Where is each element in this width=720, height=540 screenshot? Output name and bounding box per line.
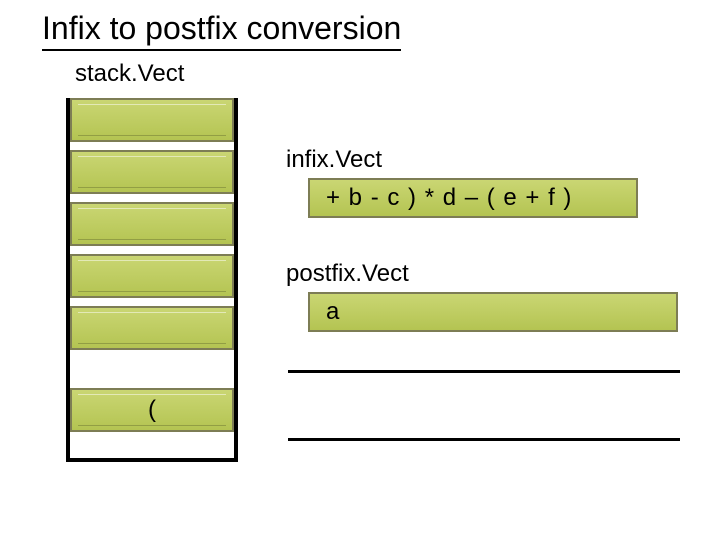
infix-value: + b - c ) * d – ( e + f ): [326, 184, 572, 212]
divider-line: [288, 370, 680, 373]
stack-slot: [70, 150, 234, 194]
stack-slot: [70, 202, 234, 246]
postfix-label: postfix.Vect: [286, 260, 409, 288]
stack-slot: [70, 254, 234, 298]
postfix-value: a: [326, 298, 340, 326]
divider-line: [288, 438, 680, 441]
stack-slot: [70, 98, 234, 142]
infix-label: infix.Vect: [286, 146, 382, 174]
postfix-vect-box: a: [308, 292, 678, 332]
stack-slot: (: [70, 388, 234, 432]
stack-slot-text: (: [148, 396, 156, 424]
stack-border-right: [234, 98, 238, 458]
page-title: Infix to postfix conversion: [42, 10, 401, 51]
infix-vect-box: + b - c ) * d – ( e + f ): [308, 178, 638, 218]
stack-column: (: [70, 98, 234, 440]
stack-label: stack.Vect: [75, 60, 184, 88]
stack-border-bottom: [66, 458, 238, 462]
stack-slot: [70, 306, 234, 350]
stack-gap: [70, 358, 234, 380]
